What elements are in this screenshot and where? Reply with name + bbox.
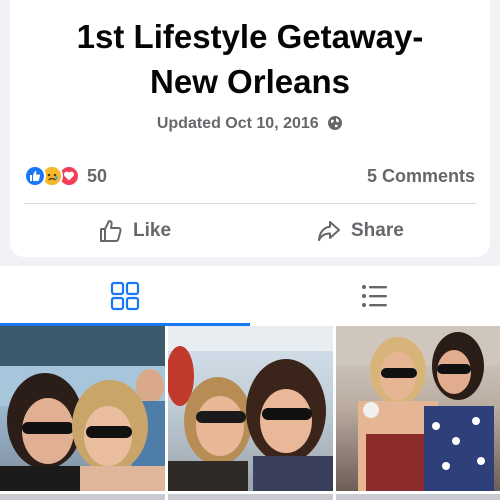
- comments-count-link[interactable]: 5 Comments: [367, 166, 475, 187]
- reactions-summary[interactable]: 50: [24, 164, 107, 188]
- album-header-card: 1st Lifestyle Getaway- New Orleans Updat…: [10, 0, 490, 257]
- photo-grid: [0, 326, 500, 500]
- photo-thumbnail-partial[interactable]: [0, 494, 165, 500]
- photo-thumbnail[interactable]: [0, 326, 165, 491]
- photo-thumbnail[interactable]: [168, 326, 333, 491]
- globe-icon: [327, 115, 343, 136]
- album-title-line-2: New Orleans: [150, 63, 350, 100]
- photo-image: [336, 326, 500, 491]
- share-button[interactable]: Share: [316, 213, 404, 249]
- like-button[interactable]: Like: [98, 213, 171, 249]
- photo-thumbnail-partial[interactable]: [336, 494, 500, 500]
- list-view-icon: [362, 285, 387, 307]
- album-title: 1st Lifestyle Getaway- New Orleans: [10, 14, 490, 104]
- like-label: Like: [133, 220, 172, 241]
- album-title-line-1: 1st Lifestyle Getaway-: [76, 18, 424, 55]
- photo-thumbnail[interactable]: [336, 326, 500, 491]
- tab-grid-view[interactable]: [0, 266, 250, 326]
- photo-image: [168, 326, 333, 491]
- tab-list-view[interactable]: [250, 266, 500, 326]
- share-label: Share: [351, 220, 404, 241]
- updated-date-text: Updated Oct 10, 2016: [156, 115, 319, 132]
- photo-image: [0, 326, 165, 491]
- grid-view-icon: [110, 281, 140, 311]
- album-updated: Updated Oct 10, 2016: [10, 115, 490, 136]
- like-reaction-icon: [24, 165, 46, 187]
- thumbs-up-icon: [100, 220, 122, 242]
- divider: [24, 203, 476, 204]
- photo-thumbnail-partial[interactable]: [168, 494, 333, 500]
- view-mode-tabs: [0, 266, 500, 326]
- share-arrow-icon: [318, 221, 340, 241]
- reaction-count: 50: [87, 165, 108, 186]
